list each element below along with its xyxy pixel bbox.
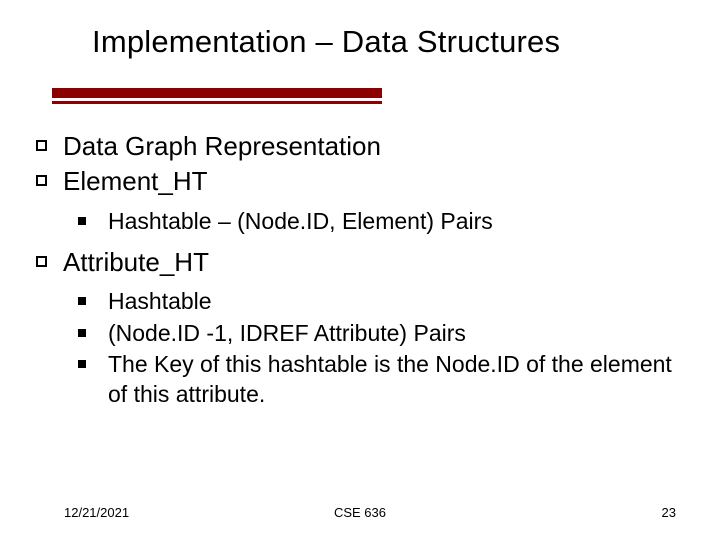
- rule-thick: [52, 88, 382, 98]
- sub-list: Hashtable (Node.ID -1, IDREF Attribute) …: [78, 287, 680, 409]
- square-icon: [78, 360, 86, 368]
- square-outline-icon: [36, 175, 47, 186]
- square-icon: [78, 329, 86, 337]
- slide: Implementation – Data Structures Data Gr…: [0, 0, 720, 540]
- list-item: (Node.ID -1, IDREF Attribute) Pairs: [78, 319, 680, 348]
- list-item: Data Graph Representation: [36, 130, 680, 163]
- bullet-text: Attribute_HT: [63, 246, 680, 279]
- list-item: Hashtable – (Node.ID, Element) Pairs: [78, 207, 680, 236]
- square-outline-icon: [36, 140, 47, 151]
- bullet-text: The Key of this hashtable is the Node.ID…: [108, 350, 680, 409]
- bullet-text: (Node.ID -1, IDREF Attribute) Pairs: [108, 319, 680, 348]
- list-item: Hashtable: [78, 287, 680, 316]
- square-icon: [78, 217, 86, 225]
- slide-title: Implementation – Data Structures: [92, 24, 690, 60]
- square-icon: [78, 297, 86, 305]
- footer-course: CSE 636: [0, 505, 720, 520]
- bullet-text: Data Graph Representation: [63, 130, 680, 163]
- rule-thin: [52, 101, 382, 104]
- sub-list: Hashtable – (Node.ID, Element) Pairs: [78, 207, 680, 236]
- bullet-text: Hashtable: [108, 287, 680, 316]
- content-area: Data Graph Representation Element_HT Has…: [36, 130, 680, 419]
- list-item: Element_HT: [36, 165, 680, 198]
- list-item: The Key of this hashtable is the Node.ID…: [78, 350, 680, 409]
- footer-page: 23: [662, 505, 676, 520]
- list-item: Attribute_HT: [36, 246, 680, 279]
- bullet-text: Hashtable – (Node.ID, Element) Pairs: [108, 207, 680, 236]
- title-rule: [52, 88, 382, 104]
- bullet-text: Element_HT: [63, 165, 680, 198]
- square-outline-icon: [36, 256, 47, 267]
